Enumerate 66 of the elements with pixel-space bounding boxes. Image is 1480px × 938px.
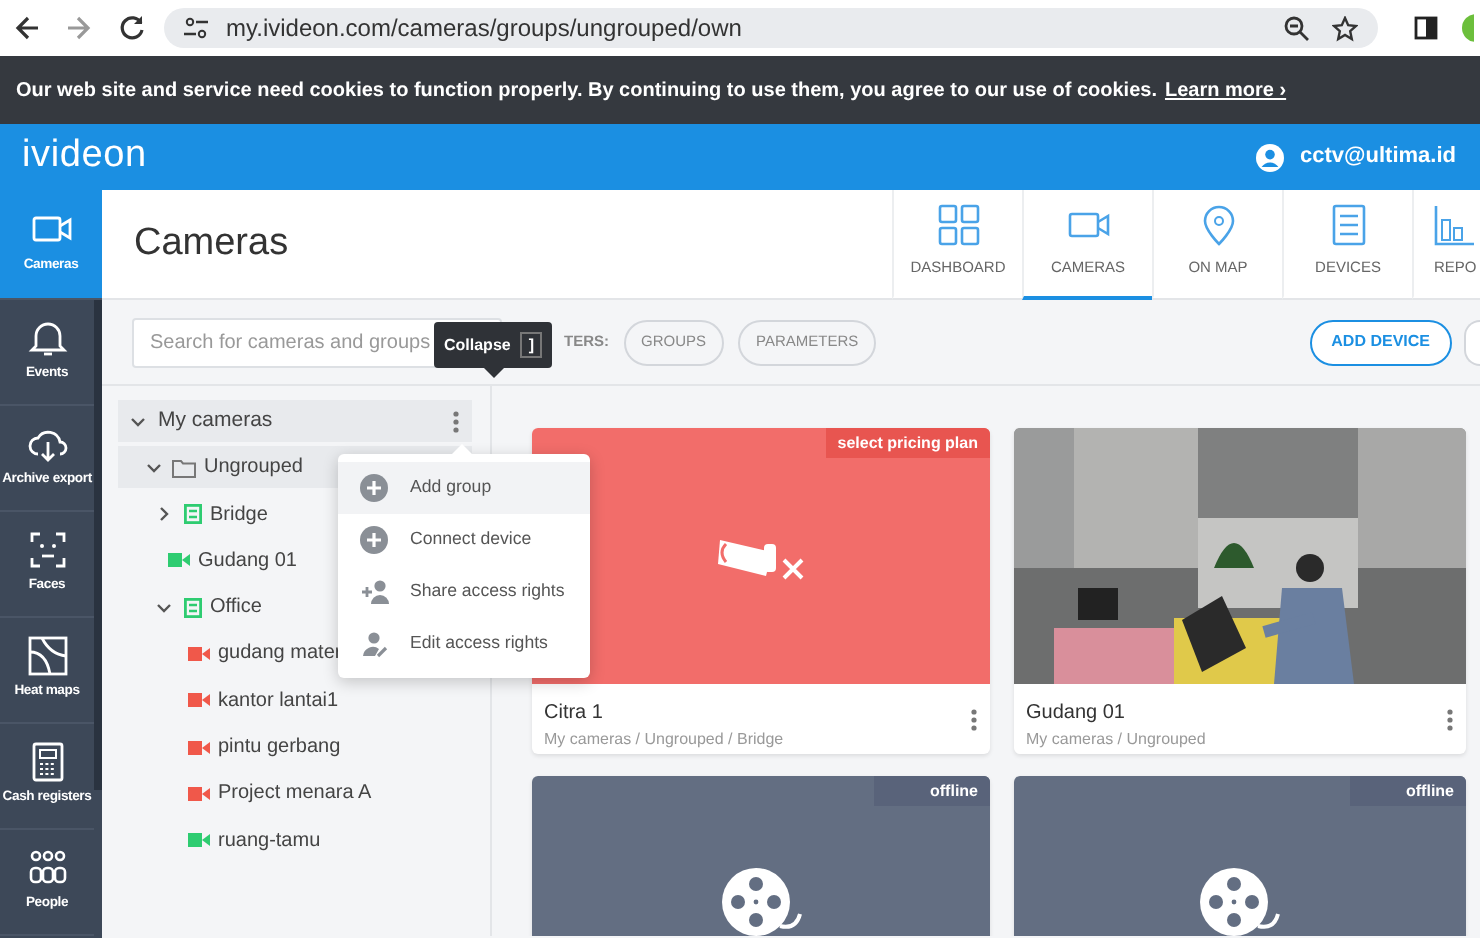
address-bar[interactable]: my.ivideon.com/cameras/groups/ungrouped/own [164,8,1378,48]
folder-icon [172,457,196,478]
tree-label: kantor lantai1 [218,687,339,716]
more-options-icon[interactable] [1446,708,1454,732]
group-icon [184,504,202,525]
reload-icon[interactable] [118,14,146,42]
more-options-icon[interactable] [970,708,978,732]
scrollbar[interactable] [94,300,102,790]
dashboard-icon [937,204,979,247]
tree-label: Bridge [210,501,268,530]
devices-icon [1327,204,1369,247]
people-icon [27,848,67,889]
chevron-down-icon[interactable] [146,459,162,476]
add-user-icon [360,578,390,606]
tree-item[interactable]: Project menara A [118,772,472,815]
menu-item[interactable]: Share access rights [338,566,590,618]
camera-card[interactable]: offline [1014,776,1466,936]
back-icon[interactable] [14,14,42,42]
edit-user-icon [360,630,390,658]
tree-label: My cameras [158,405,273,436]
user-icon[interactable] [1256,143,1285,171]
tree-item[interactable]: My cameras [118,400,472,442]
chevron-right-icon[interactable] [156,506,172,523]
more-options-icon[interactable] [452,409,460,433]
tree-label: Office [210,594,262,623]
tree-item[interactable]: ruang-tamu [118,819,472,862]
page-title: Cameras [134,219,289,268]
cash-register-icon [27,742,67,783]
tree-label: Project menara A [218,780,372,809]
shortcut-key: ] [520,332,543,358]
chevron-down-icon[interactable] [156,599,172,616]
chart-icon [1434,204,1476,247]
url-text: my.ivideon.com/cameras/groups/ungrouped/own [226,12,742,46]
camera-card[interactable]: offline [532,776,990,936]
add-icon [360,474,390,502]
camera-path: My cameras / Ungrouped / Bridge [544,728,786,752]
cookie-notice: Our web site and service need cookies to function properly. By continuing to use them, you agree to our use of cookies. Learn more › [16,77,1287,105]
side-panel-icon[interactable] [1414,16,1438,40]
forward-icon[interactable] [64,14,92,42]
tree-item[interactable]: pintu gerbang [118,726,472,769]
tree-label: Ungrouped [204,454,303,483]
tree-label: pintu gerbang [218,734,341,763]
menu-item[interactable]: Connect device [338,514,590,566]
camera-path: My cameras / Ungrouped [1026,728,1208,752]
add-icon [360,526,390,554]
camera-name: Gudang 01 [1026,700,1127,728]
camera-card[interactable]: Gudang 01 My cameras / Ungrouped [1014,428,1466,754]
face-frame-icon [27,530,67,571]
menu-item[interactable]: Add group [338,462,590,514]
site-info-icon[interactable] [182,16,210,40]
status-badge: offline [1350,776,1466,806]
tree-label: Gudang 01 [198,547,297,576]
tree-label: ruang-tamu [218,827,321,856]
chevron-down-icon[interactable] [130,413,146,429]
tree-label: gudang mater [218,640,342,669]
menu-item[interactable]: Edit access rights [338,618,590,670]
status-badge: select pricing plan [825,428,990,458]
status-badge: offline [874,776,990,806]
group-icon [184,597,202,618]
tree-item[interactable]: kantor lantai1 [118,679,472,722]
camera-name: Citra 1 [544,700,605,728]
heat-map-icon [27,636,67,677]
star-icon[interactable] [1332,15,1358,41]
bell-icon [27,318,67,359]
learn-more-link[interactable]: Learn more › [1164,79,1287,101]
zoom-icon[interactable] [1284,15,1310,41]
